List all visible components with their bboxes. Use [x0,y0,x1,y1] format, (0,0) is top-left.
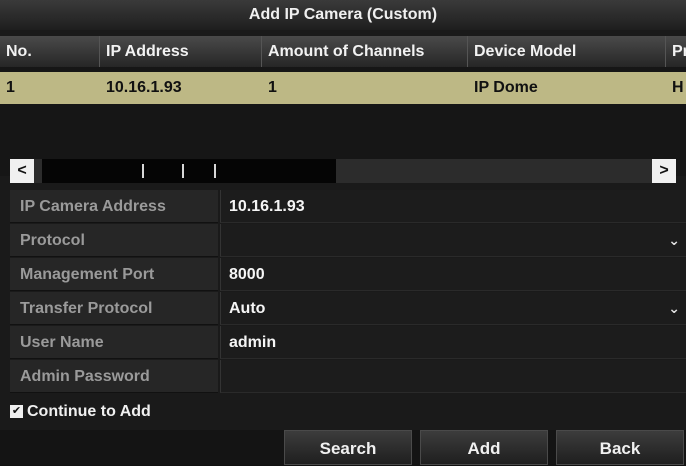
cell-no: 1 [6,79,15,96]
scrollbar-thumb[interactable] [42,159,336,183]
add-ip-camera-dialog: Add IP Camera (Custom) No. IP Address Am… [0,0,686,465]
management-port-input[interactable]: 8000 [220,258,686,291]
grip-line-icon [214,164,216,178]
checkmark-icon[interactable]: ✔ [10,405,23,419]
chevron-down-icon: ⌄ [668,232,680,248]
horizontal-scrollbar[interactable]: < > [10,159,676,183]
field-management-port: Management Port 8000 [10,258,686,291]
table-header: No. IP Address Amount of Channels Device… [0,36,686,67]
field-label: Protocol [10,224,218,257]
field-transfer-protocol: Transfer Protocol Auto ⌄ [10,292,686,325]
add-button[interactable]: Add [420,430,548,465]
chevron-right-icon[interactable]: > [652,159,676,183]
transfer-protocol-select[interactable]: Auto ⌄ [220,292,686,325]
field-user-name: User Name admin [10,326,686,359]
continue-to-add-label: Continue to Add [27,403,151,420]
admin-password-input[interactable] [220,360,686,393]
field-label: IP Camera Address [10,190,218,223]
cell-ip-address: 10.16.1.93 [106,79,182,96]
field-ip-camera-address: IP Camera Address 10.16.1.93 [10,190,686,223]
chevron-left-icon[interactable]: < [10,159,34,183]
table-row[interactable]: 1 10.16.1.93 1 IP Dome H [0,72,686,104]
field-label: Management Port [10,258,218,291]
cell-protocol: H [672,79,684,96]
field-label: User Name [10,326,218,359]
button-bar: Search Add Back [0,430,686,465]
user-name-input[interactable]: admin [220,326,686,359]
device-table: No. IP Address Amount of Channels Device… [0,36,686,183]
search-button[interactable]: Search [284,430,412,465]
column-header-protocol[interactable]: Pr [666,36,686,67]
field-protocol: Protocol ⌄ [10,224,686,257]
column-header-ip-address[interactable]: IP Address [100,36,262,67]
grip-line-icon [182,164,184,178]
chevron-down-icon: ⌄ [668,300,680,316]
cell-device-model: IP Dome [474,79,538,96]
field-label: Transfer Protocol [10,292,218,325]
cell-channels: 1 [268,79,277,96]
column-header-no[interactable]: No. [0,36,100,67]
field-admin-password: Admin Password [10,360,686,393]
grip-line-icon [142,164,144,178]
back-button[interactable]: Back [556,430,684,465]
ip-camera-address-input[interactable]: 10.16.1.93 [220,190,686,223]
column-header-device-model[interactable]: Device Model [468,36,666,67]
protocol-select[interactable]: ⌄ [220,224,686,257]
dialog-title: Add IP Camera (Custom) [0,0,686,30]
field-label: Admin Password [10,360,218,393]
continue-to-add-checkbox[interactable]: ✔ Continue to Add [10,398,151,426]
column-header-amount-of-channels[interactable]: Amount of Channels [262,36,468,67]
transfer-protocol-value: Auto [229,300,266,317]
